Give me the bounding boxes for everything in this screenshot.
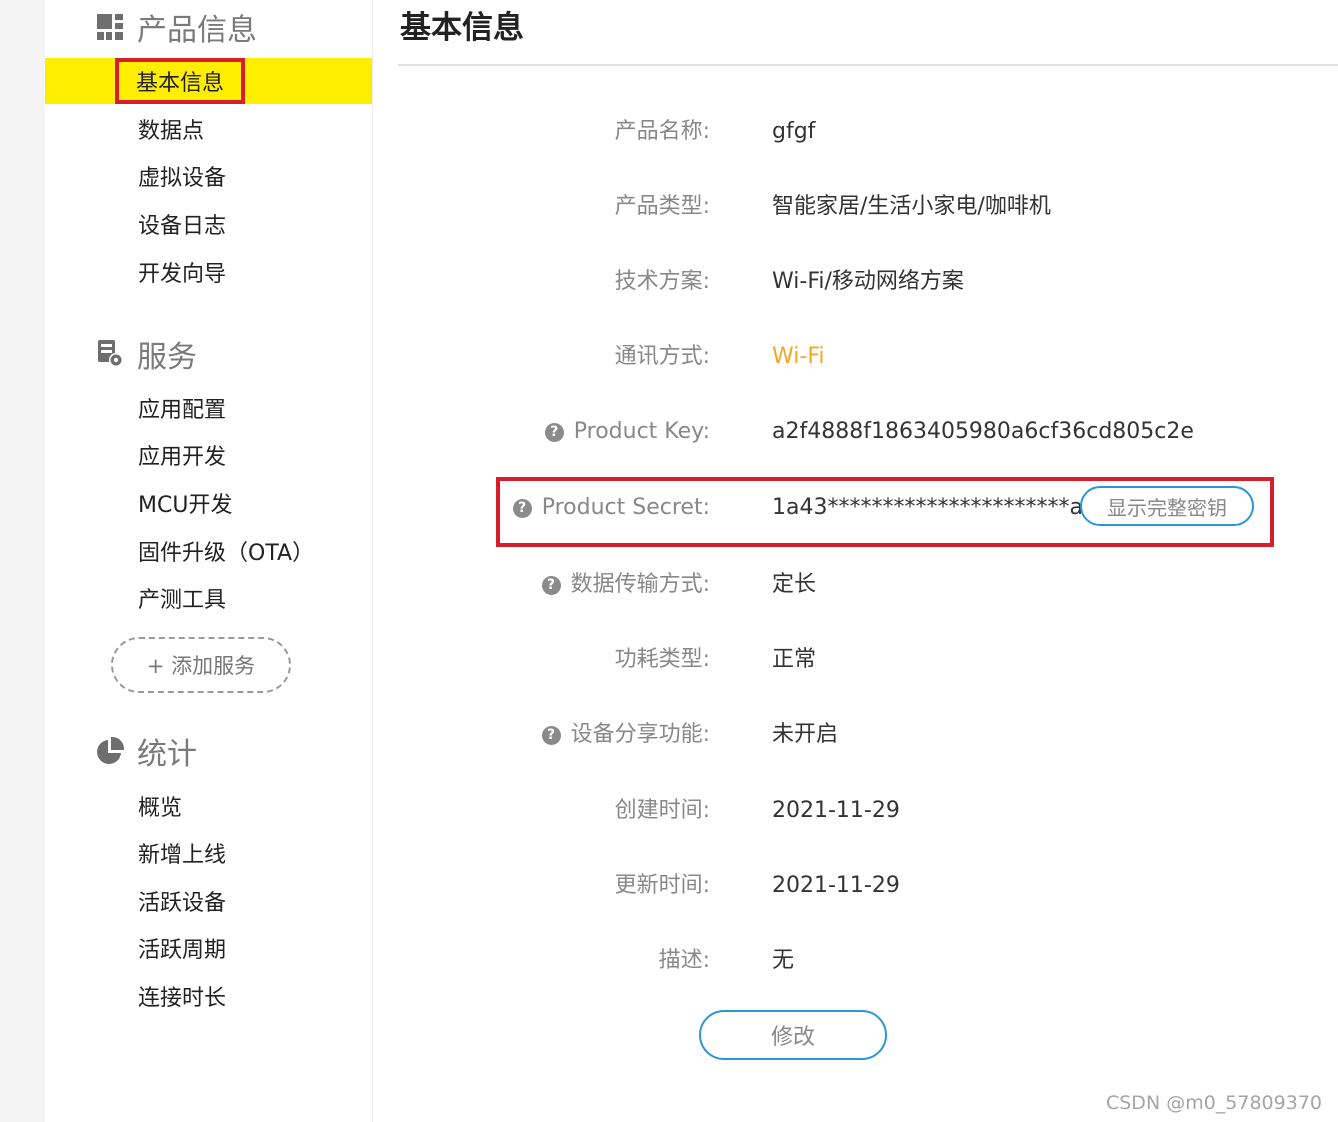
field-tech-solution: 技术方案: Wi-Fi/移动网络方案 <box>373 262 1338 302</box>
sidebar-item-label: MCU开发 <box>138 493 233 518</box>
sidebar-item-label: 数据点 <box>138 119 205 144</box>
field-label: 设备分享功能: <box>570 722 710 747</box>
sidebar-item-virtual-device[interactable]: 虚拟设备 <box>45 153 372 199</box>
section-stats: 统计 <box>95 731 197 772</box>
field-description: 描述: 无 <box>373 941 1338 981</box>
sidebar-item-label: 固件升级（OTA） <box>138 541 315 566</box>
left-gutter <box>0 0 45 1122</box>
field-value: 定长 <box>772 572 817 597</box>
field-value: Wi-Fi/移动网络方案 <box>772 269 964 294</box>
field-value: 正常 <box>772 647 817 672</box>
field-value: 未开启 <box>772 722 839 747</box>
field-product-name: 产品名称: gfgf <box>373 112 1338 152</box>
field-updated-time: 更新时间: 2021-11-29 <box>373 866 1338 906</box>
field-value: 1a43**********************a3e8 <box>772 495 1125 520</box>
sidebar-item-label: 虚拟设备 <box>138 166 227 191</box>
section-service: 服务 <box>95 334 197 375</box>
field-label: 产品类型: <box>614 194 710 219</box>
sidebar-item-label: 活跃设备 <box>138 891 227 916</box>
field-label: Product Secret: <box>541 495 710 520</box>
sidebar-item-label: 概览 <box>138 796 183 821</box>
main-content: 基本信息 产品名称: gfgf 产品类型: 智能家居/生活小家电/咖啡机 技术方… <box>373 0 1338 1122</box>
sidebar-item-label: 连接时长 <box>138 986 227 1011</box>
field-label: 描述: <box>658 948 710 973</box>
sidebar-item-basic-info[interactable]: 基本信息 <box>45 58 372 104</box>
field-created-time: 创建时间: 2021-11-29 <box>373 791 1338 831</box>
field-product-key: ? Product Key: a2f4888f1863405980a6cf36c… <box>373 412 1338 452</box>
field-value: Wi-Fi <box>772 344 825 369</box>
sidebar-item-label: 设备日志 <box>138 214 227 239</box>
field-value: 智能家居/生活小家电/咖啡机 <box>772 194 1051 219</box>
section-title-service: 服务 <box>137 340 197 375</box>
sidebar-item-overview[interactable]: 概览 <box>45 783 372 829</box>
sidebar-item-connect-duration[interactable]: 连接时长 <box>45 973 372 1019</box>
section-title-product: 产品信息 <box>137 13 257 48</box>
sidebar-item-mcu-dev[interactable]: MCU开发 <box>45 480 372 526</box>
field-value: a2f4888f1863405980a6cf36cd805c2e <box>772 419 1194 444</box>
sidebar-item-app-config[interactable]: 应用配置 <box>45 385 372 431</box>
help-icon[interactable]: ? <box>541 575 561 595</box>
field-comm-method: 通讯方式: Wi-Fi <box>373 337 1338 377</box>
sidebar-item-active-period[interactable]: 活跃周期 <box>45 925 372 971</box>
field-value: gfgf <box>772 119 816 144</box>
field-label-wrap: ? Product Secret: <box>512 488 710 528</box>
add-service-button[interactable]: + 添加服务 <box>111 637 291 693</box>
sidebar-item-new-online[interactable]: 新增上线 <box>45 830 372 876</box>
field-device-share: ? 设备分享功能: 未开启 <box>373 715 1338 755</box>
field-label: 产品名称: <box>614 119 710 144</box>
title-divider <box>398 64 1338 66</box>
sidebar-item-production-test[interactable]: 产测工具 <box>45 575 372 621</box>
field-value: 2021-11-29 <box>772 798 900 823</box>
field-label: 数据传输方式: <box>570 572 710 597</box>
sidebar-item-label: 应用配置 <box>138 398 227 423</box>
sidebar-item-active-devices[interactable]: 活跃设备 <box>45 878 372 924</box>
field-label: Product Key: <box>573 419 710 444</box>
field-label: 创建时间: <box>614 798 710 823</box>
field-label: 技术方案: <box>614 269 710 294</box>
sidebar-item-label: 基本信息 <box>115 58 246 104</box>
help-icon[interactable]: ? <box>544 422 564 442</box>
field-label: 通讯方式: <box>614 344 710 369</box>
edit-button[interactable]: 修改 <box>699 1010 887 1060</box>
service-gear-icon <box>95 339 125 369</box>
page-title: 基本信息 <box>400 10 524 46</box>
field-label: 更新时间: <box>614 873 710 898</box>
field-label-wrap: ? Product Key: <box>544 412 710 452</box>
help-icon[interactable]: ? <box>541 725 561 745</box>
section-product-info: 产品信息 <box>95 7 257 48</box>
field-label-wrap: ? 数据传输方式: <box>541 565 710 605</box>
sidebar-item-label: 活跃周期 <box>138 938 227 963</box>
field-data-transfer: ? 数据传输方式: 定长 <box>373 565 1338 605</box>
help-icon[interactable]: ? <box>512 498 532 518</box>
sidebar-item-data-points[interactable]: 数据点 <box>45 106 372 152</box>
sidebar-item-label: 产测工具 <box>138 588 227 613</box>
sidebar-item-ota[interactable]: 固件升级（OTA） <box>45 528 372 574</box>
sidebar-item-app-dev[interactable]: 应用开发 <box>45 432 372 478</box>
field-value: 2021-11-29 <box>772 873 900 898</box>
field-product-type: 产品类型: 智能家居/生活小家电/咖啡机 <box>373 187 1338 227</box>
sidebar-item-label: 应用开发 <box>138 445 227 470</box>
field-label-wrap: ? 设备分享功能: <box>541 715 710 755</box>
field-label: 功耗类型: <box>614 647 710 672</box>
watermark: CSDN @m0_57809370 <box>1105 1092 1322 1114</box>
section-title-stats: 统计 <box>137 737 197 772</box>
sidebar: 产品信息 基本信息 数据点 虚拟设备 设备日志 开发向导 服务 应用配置 应用开… <box>45 0 373 1122</box>
sidebar-item-label: 新增上线 <box>138 843 227 868</box>
sidebar-item-label: 开发向导 <box>138 262 227 287</box>
show-full-key-button[interactable]: 显示完整密钥 <box>1080 486 1254 526</box>
field-power-type: 功耗类型: 正常 <box>373 640 1338 680</box>
grid-icon <box>95 12 125 42</box>
sidebar-item-device-log[interactable]: 设备日志 <box>45 201 372 247</box>
field-value: 无 <box>772 948 795 973</box>
sidebar-item-dev-guide[interactable]: 开发向导 <box>45 249 372 295</box>
pie-chart-icon <box>95 736 125 766</box>
